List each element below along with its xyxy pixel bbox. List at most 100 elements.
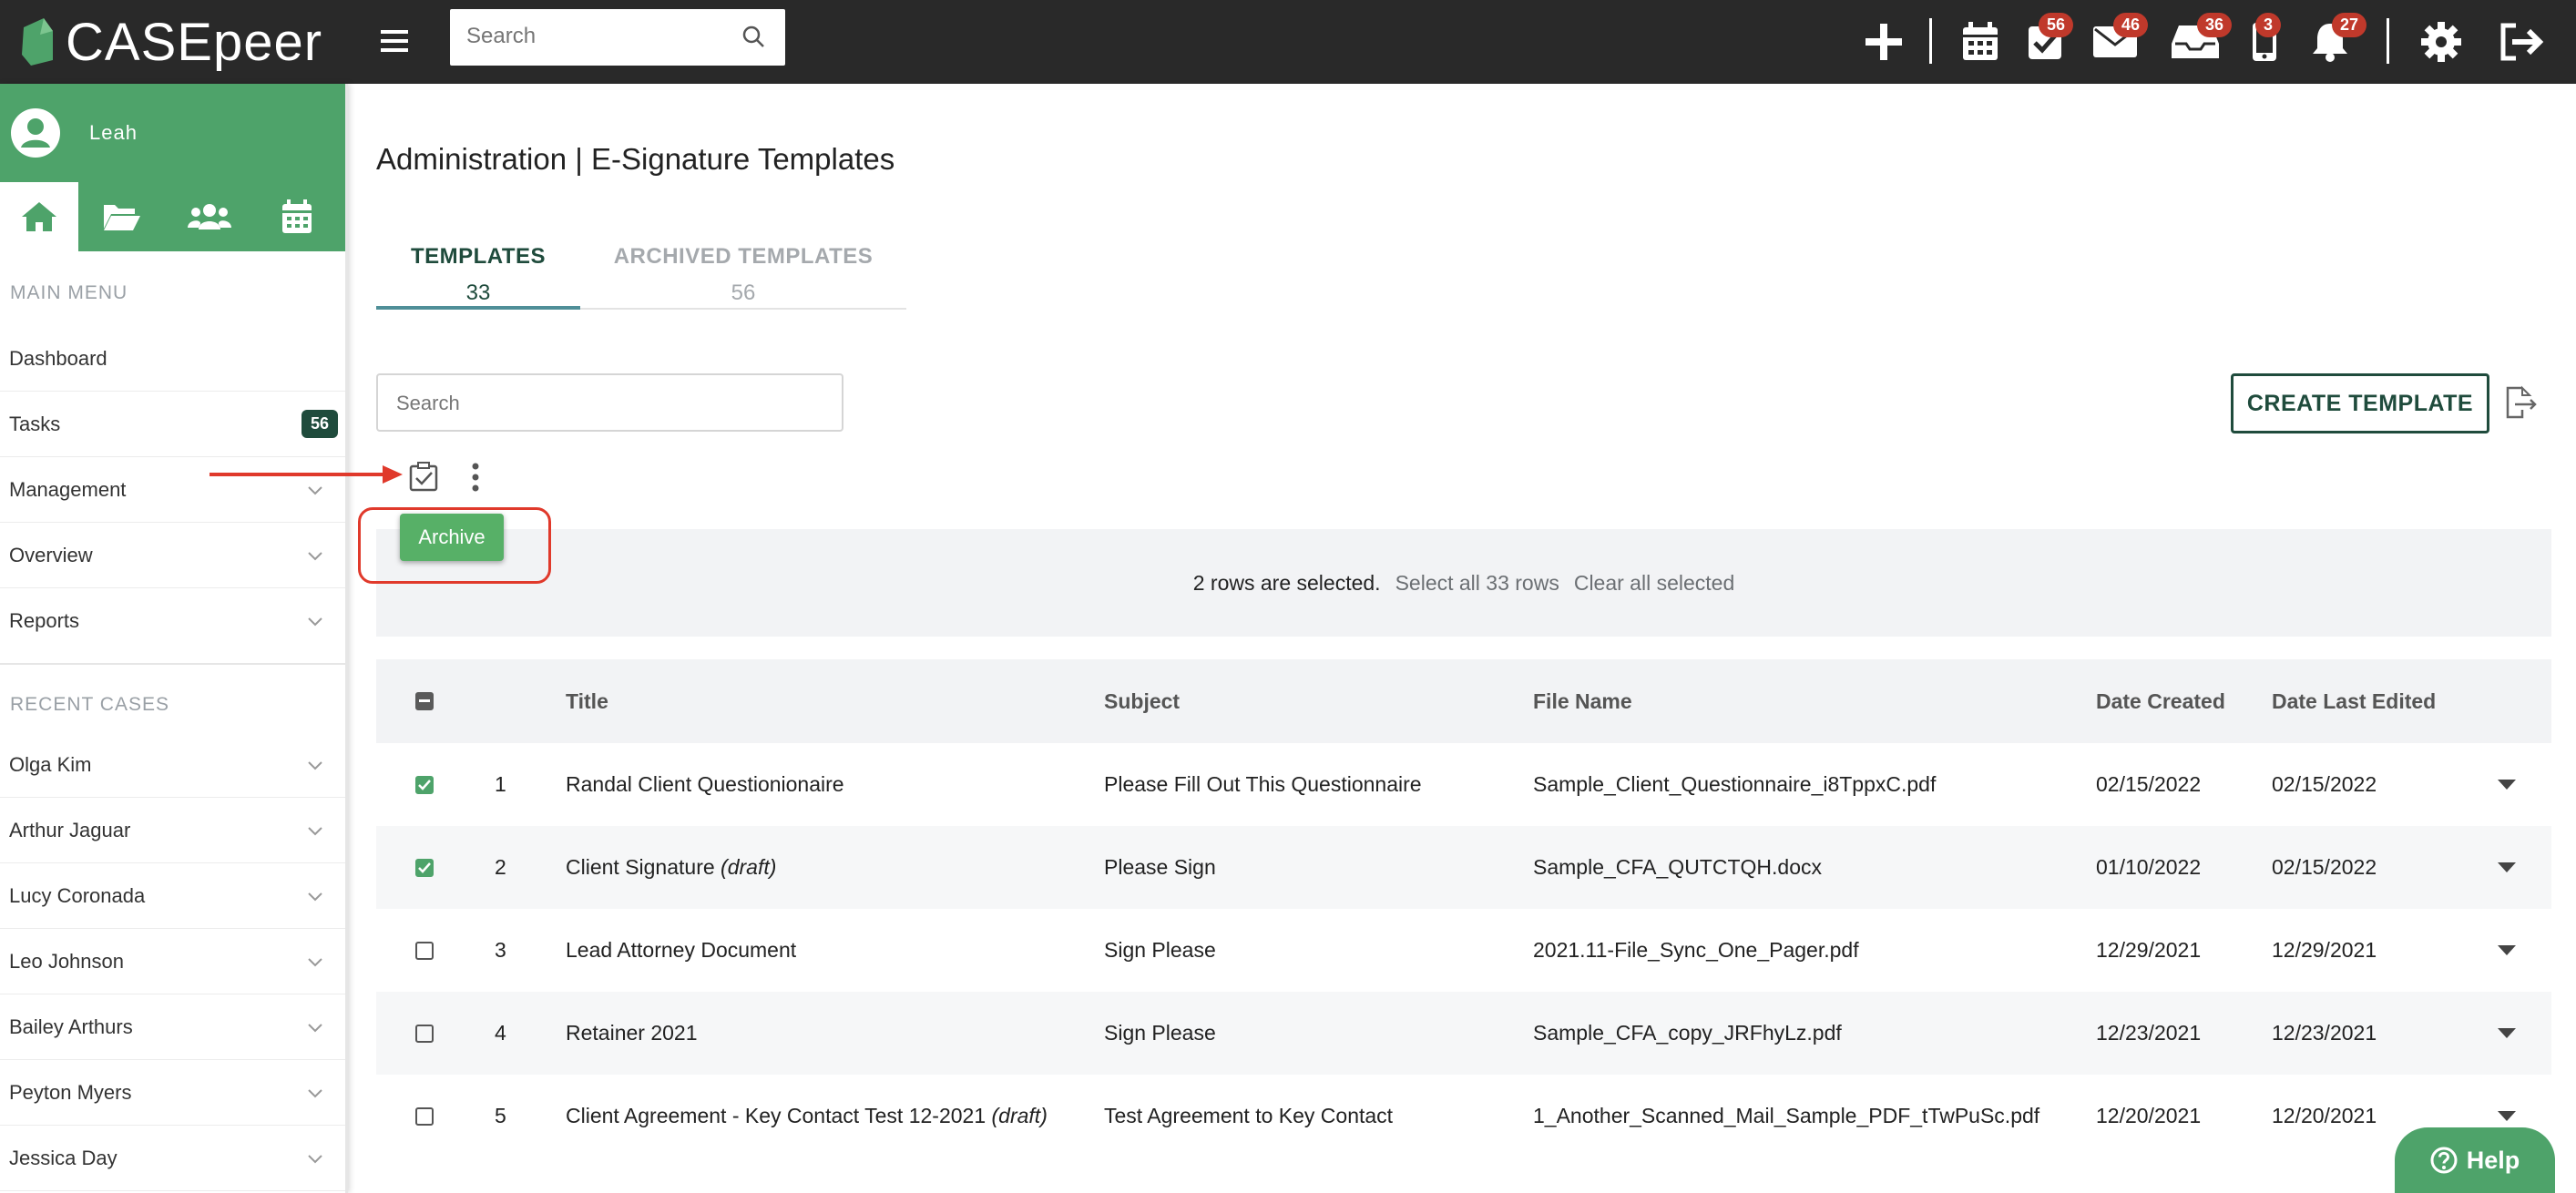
recent-case-label: Leo Johnson bbox=[9, 949, 124, 973]
recent-case-item[interactable]: Lucy Coronada bbox=[0, 863, 345, 929]
recent-case-item[interactable]: Bailey Arthurs bbox=[0, 994, 345, 1060]
row-subject: Sign Please bbox=[1104, 1021, 1216, 1045]
row-dropdown-caret-icon[interactable] bbox=[2498, 909, 2516, 992]
recent-case-label: Peyton Myers bbox=[9, 1080, 132, 1104]
row-subject: Test Agreement to Key Contact bbox=[1104, 1104, 1394, 1127]
casepeer-leaf-icon bbox=[22, 18, 53, 66]
row-title[interactable]: Client Agreement - Key Contact Test 12-2… bbox=[566, 1075, 1048, 1157]
recent-case-label: Lucy Coronada bbox=[9, 883, 146, 907]
user-avatar-icon[interactable] bbox=[9, 107, 62, 159]
tab-calendar[interactable] bbox=[253, 182, 341, 251]
recent-case-item[interactable]: Olga Kim bbox=[0, 732, 345, 798]
bell-badge: 27 bbox=[2332, 13, 2367, 37]
row-title[interactable]: Randal Client Questionionaire bbox=[566, 743, 844, 826]
title-text: Randal Client Questionionaire bbox=[566, 772, 844, 796]
bulk-action-check-icon[interactable] bbox=[408, 461, 439, 492]
sidebar-item-reports[interactable]: Reports bbox=[0, 588, 345, 654]
gear-icon[interactable] bbox=[2416, 16, 2467, 67]
export-icon[interactable] bbox=[2502, 384, 2539, 421]
recent-case-item[interactable]: Jessica Day bbox=[0, 1126, 345, 1191]
table-row[interactable]: 5 Client Agreement - Key Contact Test 12-… bbox=[376, 1075, 2551, 1157]
sidebar-item-tasks[interactable]: Tasks 56 bbox=[0, 392, 345, 457]
recent-case-item[interactable]: Leo Johnson bbox=[0, 929, 345, 994]
row-title[interactable]: Client Signature (draft) bbox=[566, 826, 776, 909]
column-header-subject[interactable]: Subject bbox=[1104, 659, 1180, 743]
tab-home[interactable] bbox=[0, 182, 78, 251]
archive-button[interactable]: Archive bbox=[400, 514, 504, 561]
tab-templates[interactable]: TEMPLATES 33 bbox=[376, 226, 580, 310]
recent-case-item[interactable]: Arthur Jaguar bbox=[0, 798, 345, 863]
row-file-name: 2021.11-File_Sync_One_Pager.pdf bbox=[1533, 938, 1859, 962]
row-subject: Sign Please bbox=[1104, 938, 1216, 962]
sidebar-item-overview[interactable]: Overview bbox=[0, 523, 345, 588]
chevron-down-icon bbox=[307, 753, 323, 777]
title-text: Lead Attorney Document bbox=[566, 938, 797, 962]
tasks-badge: 56 bbox=[2039, 13, 2074, 37]
row-dropdown-caret-icon[interactable] bbox=[2498, 992, 2516, 1075]
plus-icon[interactable] bbox=[1858, 16, 1909, 67]
user-bar: Leah bbox=[0, 84, 345, 182]
logout-icon[interactable] bbox=[2496, 16, 2547, 67]
sidebar: Leah MAIN MENU Dashboard Tasks 56 Managem… bbox=[0, 84, 348, 1193]
search-icon[interactable] bbox=[741, 25, 765, 48]
row-date-last-edited: 12/23/2021 bbox=[2272, 1021, 2377, 1045]
home-icon bbox=[22, 202, 56, 231]
table-row[interactable]: 4 Retainer 2021 Sign Please Sample_CFA_copy… bbox=[376, 992, 2551, 1075]
global-search-input[interactable] bbox=[450, 9, 723, 64]
sidebar-item-dashboard[interactable]: Dashboard bbox=[0, 326, 345, 392]
divider bbox=[0, 654, 345, 665]
table-row[interactable]: 3 Lead Attorney Document Sign Please 2021.1… bbox=[376, 909, 2551, 992]
select-all-link[interactable]: Select all 33 rows bbox=[1395, 571, 1559, 596]
tab-count: 56 bbox=[731, 280, 756, 305]
row-dropdown-caret-icon[interactable] bbox=[2498, 826, 2516, 909]
row-checkbox[interactable] bbox=[415, 743, 434, 826]
table-row[interactable]: 2 Client Signature (draft) Please Sign Samp… bbox=[376, 826, 2551, 909]
recent-case-label: Olga Kim bbox=[9, 752, 92, 776]
create-template-button[interactable]: CREATE TEMPLATE bbox=[2231, 373, 2489, 433]
users-icon bbox=[188, 204, 231, 229]
row-date-created: 12/20/2021 bbox=[2096, 1104, 2202, 1127]
sidebar-item-label: Dashboard bbox=[9, 346, 107, 370]
help-button[interactable]: Help bbox=[2395, 1127, 2555, 1193]
row-date-created: 02/15/2022 bbox=[2096, 772, 2202, 796]
row-checkbox[interactable] bbox=[415, 909, 434, 992]
template-search-input[interactable]: Search bbox=[376, 373, 843, 432]
hamburger-menu-icon[interactable] bbox=[375, 22, 415, 62]
recent-cases-header: RECENT CASES bbox=[10, 694, 169, 715]
sidebar-item-label: Overview bbox=[9, 543, 93, 566]
chevron-down-icon bbox=[307, 1081, 323, 1105]
row-title[interactable]: Lead Attorney Document bbox=[566, 909, 796, 992]
column-header-title[interactable]: Title bbox=[566, 659, 608, 743]
recent-case-item[interactable]: Peyton Myers bbox=[0, 1060, 345, 1126]
table-row[interactable]: 1 Randal Client Questionionaire Please Fil… bbox=[376, 743, 2551, 826]
sidebar-item-label: Tasks bbox=[9, 412, 61, 435]
row-date-created: 12/29/2021 bbox=[2096, 938, 2202, 962]
tab-contacts[interactable] bbox=[166, 182, 253, 251]
title-text: Client Agreement - Key Contact Test 12-2… bbox=[566, 1104, 986, 1127]
column-header-file-name[interactable]: File Name bbox=[1533, 659, 1632, 743]
row-title[interactable]: Retainer 2021 bbox=[566, 992, 698, 1075]
logo-text: CASEpeer bbox=[66, 12, 323, 72]
row-file-name: 1_Another_Scanned_Mail_Sample_PDF_tTwPuS… bbox=[1533, 1104, 2040, 1127]
row-checkbox[interactable] bbox=[415, 992, 434, 1075]
tasks-count-badge: 56 bbox=[301, 410, 338, 438]
calendar-icon[interactable] bbox=[1955, 16, 2006, 67]
row-checkbox[interactable] bbox=[415, 1075, 434, 1157]
recent-case-label: Bailey Arthurs bbox=[9, 1015, 133, 1038]
row-checkbox[interactable] bbox=[415, 826, 434, 909]
column-header-date-last-edited[interactable]: Date Last Edited bbox=[2272, 659, 2436, 743]
tab-cases[interactable] bbox=[78, 182, 166, 251]
column-header-date-created[interactable]: Date Created bbox=[2096, 659, 2225, 743]
more-options-icon[interactable] bbox=[471, 463, 480, 492]
tab-count: 33 bbox=[465, 280, 491, 305]
row-dropdown-caret-icon[interactable] bbox=[2498, 743, 2516, 826]
casepeer-logo[interactable]: CASEpeer bbox=[16, 7, 322, 76]
row-date-last-edited: 12/29/2021 bbox=[2272, 938, 2377, 962]
select-all-checkbox[interactable] bbox=[415, 659, 434, 743]
divider bbox=[1929, 18, 1932, 64]
user-name[interactable]: Leah bbox=[89, 121, 138, 145]
tab-archived-templates[interactable]: ARCHIVED TEMPLATES 56 bbox=[580, 226, 906, 310]
title-text: Retainer 2021 bbox=[566, 1021, 698, 1045]
clear-selected-link[interactable]: Clear all selected bbox=[1574, 571, 1734, 596]
draft-label: (draft) bbox=[721, 855, 777, 879]
